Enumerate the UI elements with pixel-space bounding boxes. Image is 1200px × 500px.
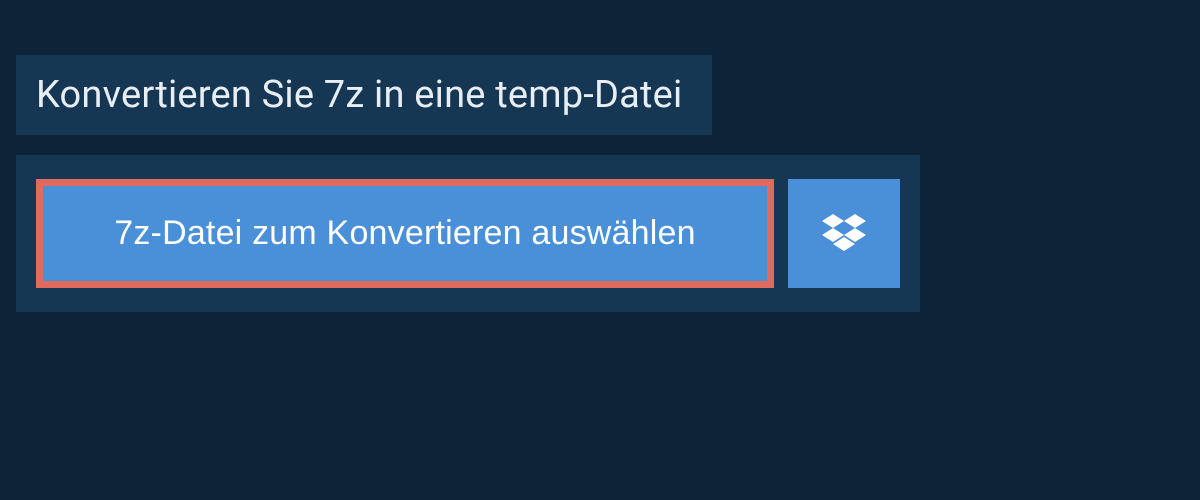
- select-file-button[interactable]: 7z-Datei zum Konvertieren auswählen: [43, 186, 767, 281]
- title-box: Konvertieren Sie 7z in eine temp-Datei: [16, 55, 712, 135]
- page-title: Konvertieren Sie 7z in eine temp-Datei: [36, 73, 682, 117]
- dropbox-button[interactable]: [788, 179, 900, 288]
- controls-panel: 7z-Datei zum Konvertieren auswählen: [16, 155, 920, 312]
- dropbox-icon: [822, 214, 866, 254]
- page-root: Konvertieren Sie 7z in eine temp-Datei 7…: [0, 0, 1200, 312]
- file-select-highlight: 7z-Datei zum Konvertieren auswählen: [36, 179, 774, 288]
- header-row: Konvertieren Sie 7z in eine temp-Datei: [0, 0, 1200, 135]
